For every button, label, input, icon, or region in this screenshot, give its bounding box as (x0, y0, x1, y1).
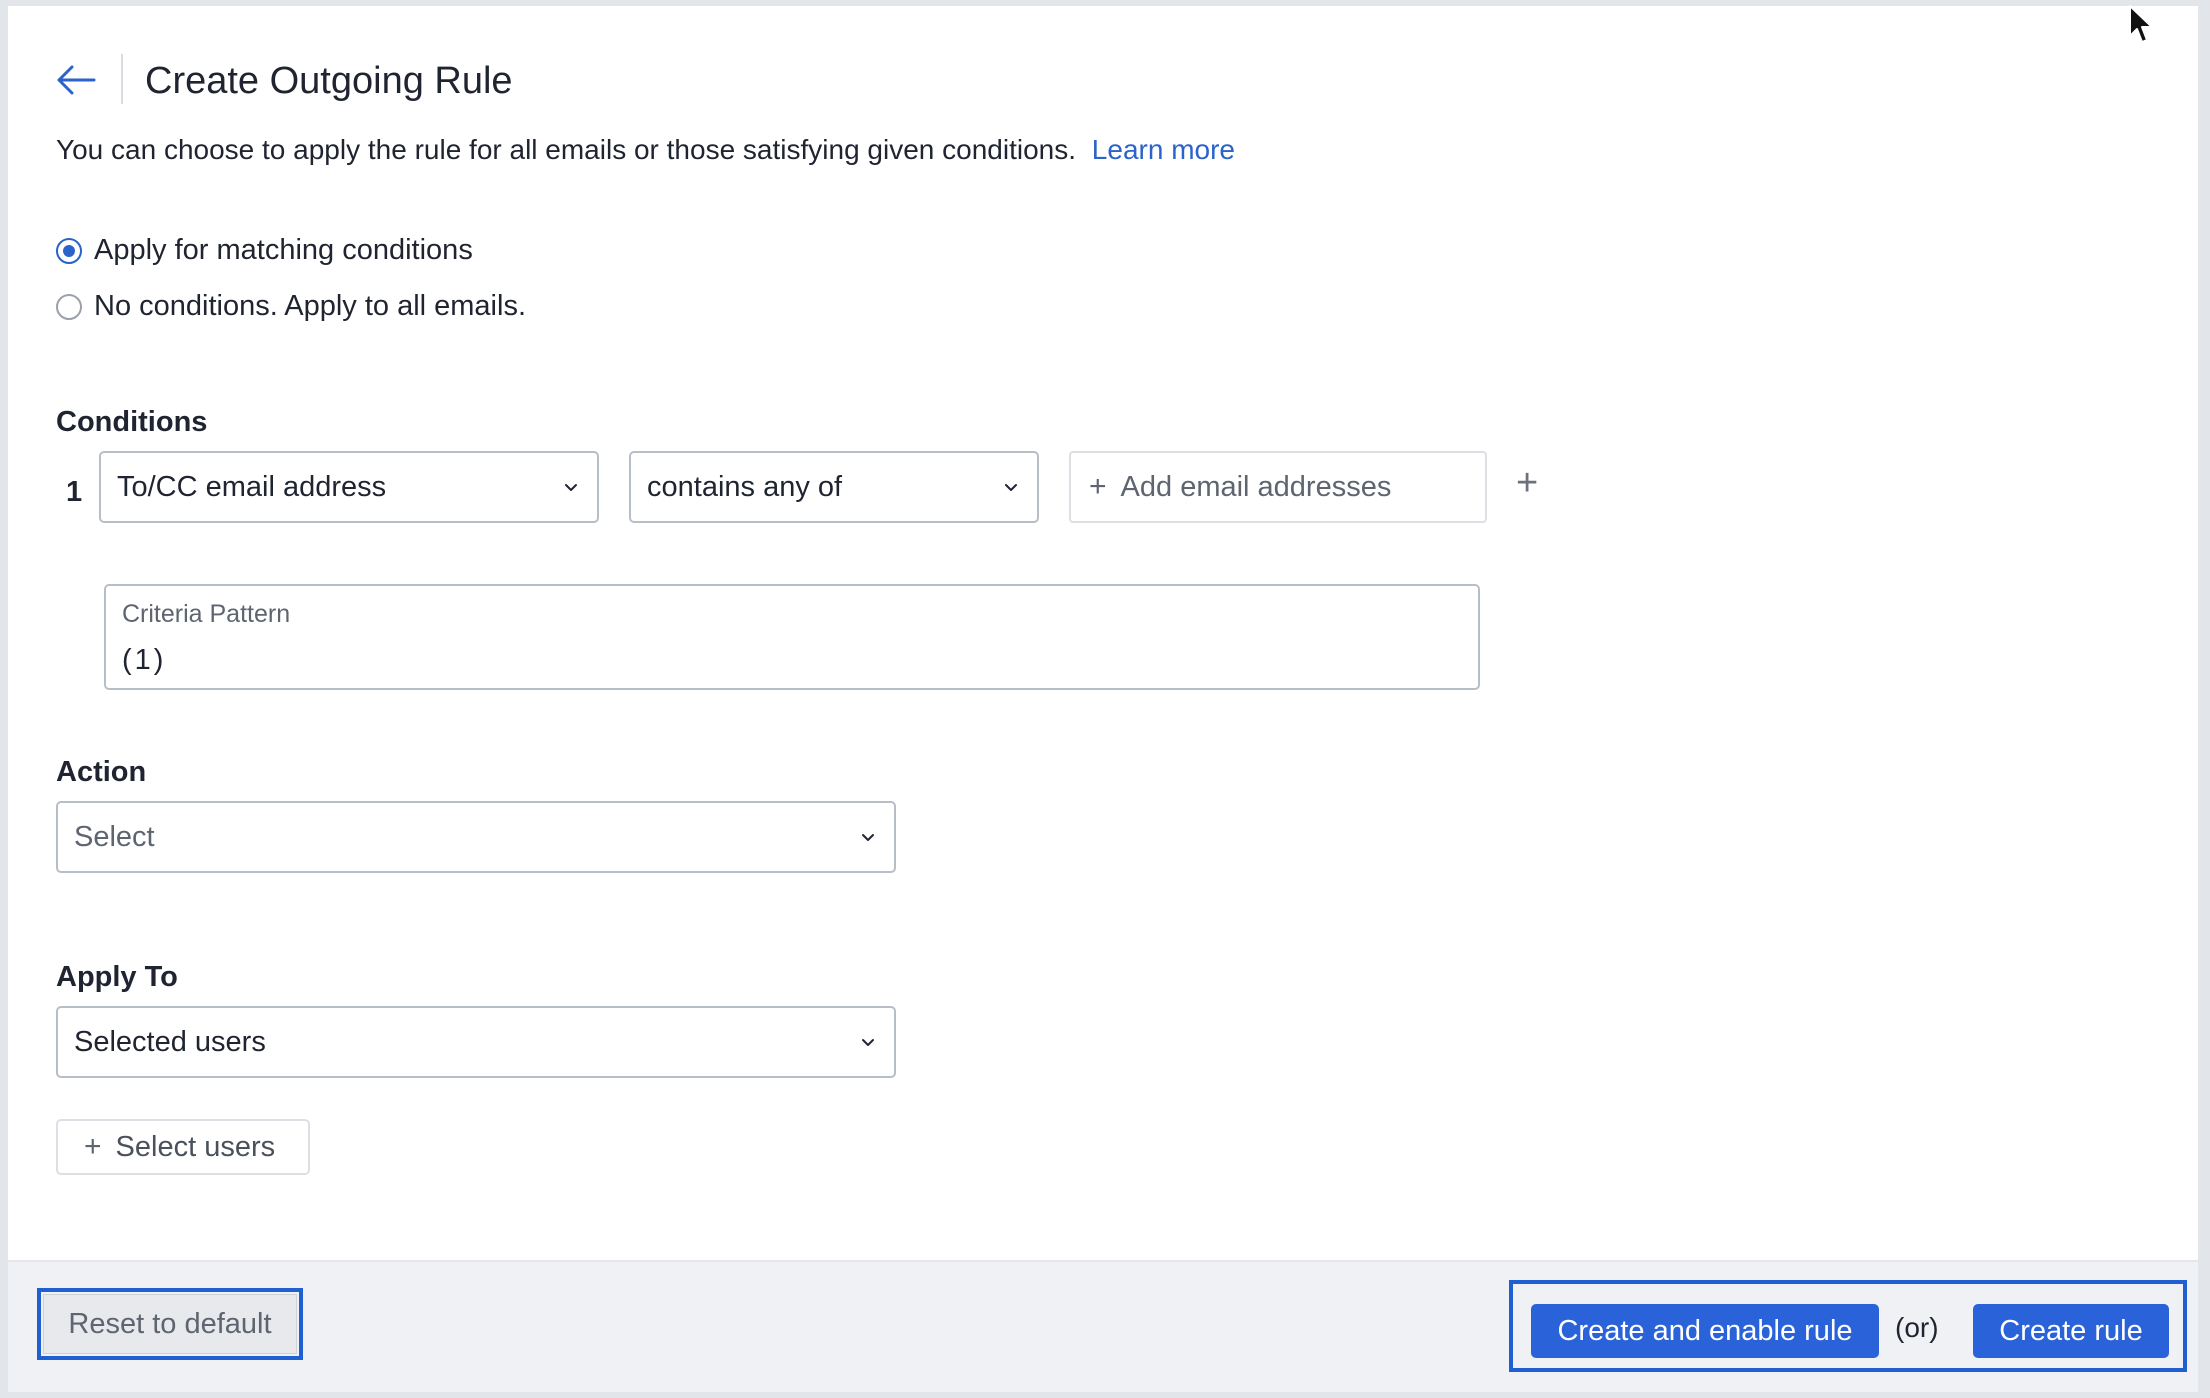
apply-to-select-value: Selected users (74, 1025, 266, 1058)
conditions-heading: Conditions (56, 406, 208, 438)
action-select-value: Select (74, 820, 155, 853)
create-rule-button[interactable]: Create rule (1973, 1304, 2169, 1358)
radio-unselected-icon[interactable] (56, 293, 82, 320)
radio-apply-all[interactable]: No conditions. Apply to all emails. (56, 290, 526, 323)
radio-selected-icon[interactable] (56, 237, 82, 264)
condition-operator-select[interactable]: contains any of (629, 451, 1039, 523)
condition-operator-value: contains any of (647, 470, 843, 503)
condition-field-value: To/CC email address (117, 470, 387, 503)
radio-label-all: No conditions. Apply to all emails. (94, 290, 526, 322)
radio-label-matching: Apply for matching conditions (94, 234, 473, 266)
reset-focus-outline: Reset to default (37, 1288, 303, 1360)
add-email-placeholder: Add email addresses (1120, 470, 1392, 503)
description-text: You can choose to apply the rule for all… (56, 134, 1077, 165)
page-title: Create Outgoing Rule (145, 60, 513, 102)
radio-apply-matching[interactable]: Apply for matching conditions (56, 234, 473, 267)
header-divider (121, 54, 123, 104)
select-users-button[interactable]: + Select users (56, 1119, 310, 1175)
criteria-pattern-label: Criteria Pattern (122, 600, 291, 628)
criteria-pattern-value: (1) (122, 644, 167, 676)
create-and-enable-rule-button[interactable]: Create and enable rule (1531, 1304, 1879, 1358)
add-email-addresses-input[interactable]: + Add email addresses (1069, 451, 1487, 523)
page-description: You can choose to apply the rule for all… (56, 134, 1235, 166)
condition-index: 1 (66, 476, 83, 508)
condition-field-select[interactable]: To/CC email address (99, 451, 599, 523)
actions-focus-outline: Create and enable rule (or) Create rule (1509, 1280, 2187, 1372)
chevron-down-icon (862, 1039, 874, 1046)
back-arrow-icon[interactable] (52, 56, 100, 104)
add-condition-plus-icon[interactable]: + (1516, 462, 1538, 505)
apply-to-heading: Apply To (56, 961, 178, 993)
mouse-cursor-icon (2129, 5, 2153, 43)
or-separator: (or) (1895, 1312, 1939, 1343)
action-select[interactable]: Select (56, 801, 896, 873)
chevron-down-icon (565, 484, 577, 491)
learn-more-link[interactable]: Learn more (1092, 134, 1235, 165)
page-header: Create Outgoing Rule (8, 6, 2198, 134)
apply-to-select[interactable]: Selected users (56, 1006, 896, 1078)
rule-editor-window: Create Outgoing Rule You can choose to a… (8, 6, 2198, 1392)
reset-to-default-button[interactable]: Reset to default (43, 1294, 297, 1354)
action-heading: Action (56, 756, 147, 788)
chevron-down-icon (862, 834, 874, 841)
plus-icon: + (84, 1130, 102, 1163)
chevron-down-icon (1005, 484, 1017, 491)
criteria-pattern-field[interactable]: Criteria Pattern (1) (104, 584, 1480, 690)
plus-icon: + (1089, 470, 1107, 503)
select-users-label: Select users (115, 1130, 276, 1163)
